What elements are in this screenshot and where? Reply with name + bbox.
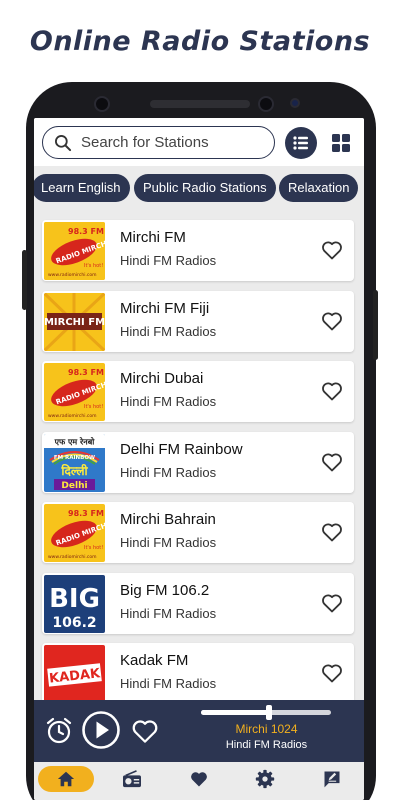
play-icon[interactable] [81,710,121,750]
station-card[interactable]: 98.3 FM RADIO MIRCHI It's hot! www.radio… [42,220,354,281]
mirchi-url: www.radiomirchi.com [48,413,97,419]
kadak-fm-logo: KADAK [44,645,105,703]
station-genre: Hindi FM Radios [120,394,217,409]
search-bar[interactable] [42,126,275,159]
phone-sensor [94,96,110,112]
station-name: Mirchi FM [120,229,186,246]
grid-icon [332,134,350,152]
mirchi-tagline: It's hot! [84,404,103,410]
rainbow-top-text: एफ एम रेनबो [54,436,96,446]
radio-mirchi-logo: 98.3 FM RADIO MIRCHI It's hot! www.radio… [44,222,105,280]
home-icon [57,771,75,787]
station-name: Mirchi Bahrain [120,511,216,528]
promo-title: Online Radio Stations [29,26,371,57]
big-frequency: 106.2 [52,615,96,631]
search-icon [55,134,72,151]
heart-icon[interactable] [320,591,344,615]
category-chip[interactable]: Public Radio Stations [134,174,276,202]
station-name: Mirchi Dubai [120,370,204,387]
phone-camera [258,96,274,112]
now-playing-subtitle: Hindi FM Radios [225,739,308,751]
station-genre: Hindi FM Radios [120,535,217,550]
station-card[interactable]: एफ एम रेनबो FM RAINBOW दिल्ली Delhi Delh… [42,431,354,493]
station-genre: Hindi FM Radios [120,323,217,339]
heart-icon[interactable] [320,379,344,403]
mirchi-frequency: 98.3 FM [68,509,104,518]
heart-icon[interactable] [320,238,344,262]
radio-mirchi-logo: 98.3 FM RADIO MIRCHI It's hot! www.radio… [44,363,105,421]
station-name: Delhi FM Rainbow [120,440,243,458]
heart-icon[interactable] [320,309,344,333]
station-genre: Hindi FM Radios [120,253,217,268]
nav-settings[interactable] [237,766,293,792]
mirchi-tagline: It's hot! [84,263,103,269]
nav-favorites[interactable] [171,766,227,792]
alarm-icon[interactable] [44,716,74,746]
mirchi-tagline: It's hot! [84,545,103,551]
big-brand: BIG [49,584,100,614]
phone-button-left [22,250,27,310]
nav-feedback[interactable] [304,766,360,792]
station-name: Big FM 106.2 [120,581,210,599]
now-playing-title: Mirchi 1024 [235,722,298,736]
station-card[interactable]: BIG 106.2 Big FM 106.2 Hindi FM Radios [42,572,354,634]
radio-icon [123,770,141,788]
station-card[interactable]: MIRCHI FM Mirchi FM Fiji Hindi FM Radios [42,290,354,352]
bottom-navigation [34,762,364,800]
rainbow-hindi-text: दिल्ली [60,464,88,478]
phone-button-right [373,290,378,360]
fiji-brand: MIRCHI FM [44,317,105,328]
heart-icon[interactable] [320,520,344,544]
category-chip[interactable]: Relaxation [279,174,359,202]
nav-home[interactable] [38,766,94,792]
station-card[interactable]: 98.3 FM RADIO MIRCHI It's hot! www.radio… [42,502,354,563]
fm-rainbow-delhi-logo: एफ एम रेनबो FM RAINBOW दिल्ली Delhi [44,433,105,492]
category-chip[interactable]: Learn English [34,174,130,202]
mirchi-frequency: 98.3 FM [68,368,104,377]
feedback-icon [324,771,340,788]
station-genre: Hindi FM Radios [120,464,217,480]
rainbow-city-text: Delhi [61,481,87,491]
heart-icon[interactable] [320,661,344,685]
list-icon [293,136,308,150]
nav-radio[interactable] [104,766,160,792]
heart-icon [191,772,207,787]
mirchi-fm-fiji-logo: MIRCHI FM [44,292,105,351]
station-genre: Hindi FM Radios [120,605,217,621]
station-genre: Hindi FM Radios [120,676,217,691]
mirchi-frequency: 98.3 FM [68,227,104,236]
grid-view-button[interactable] [325,127,357,159]
mirchi-url: www.radiomirchi.com [48,272,97,278]
heart-icon[interactable] [320,450,344,474]
station-name: Kadak FM [120,652,189,669]
gear-icon [255,769,275,789]
list-view-button[interactable] [285,127,317,159]
phone-speaker [150,100,250,108]
station-card[interactable]: 98.3 FM RADIO MIRCHI It's hot! www.radio… [42,361,354,422]
big-fm-logo: BIG 106.2 [44,574,105,633]
volume-slider[interactable] [201,705,331,720]
top-bar [34,118,364,166]
radio-mirchi-logo: 98.3 FM RADIO MIRCHI It's hot! www.radio… [44,504,105,562]
volume-slider-fill [201,710,269,715]
mirchi-url: www.radiomirchi.com [48,554,97,560]
volume-slider-thumb[interactable] [265,705,272,720]
mini-player: Mirchi 1024 Hindi FM Radios [34,700,364,762]
rainbow-mid-text: FM RAINBOW [54,455,95,461]
station-card[interactable]: KADAK Kadak FM Hindi FM Radios [42,643,354,704]
category-chips: Learn English Public Radio Stations Rela… [34,174,364,202]
favorite-heart-icon[interactable] [130,716,160,746]
app-screen: Learn English Public Radio Stations Rela… [34,118,364,800]
phone-camera-small [290,98,300,108]
search-input[interactable] [81,134,261,151]
station-name: Mirchi FM Fiji [120,299,210,317]
